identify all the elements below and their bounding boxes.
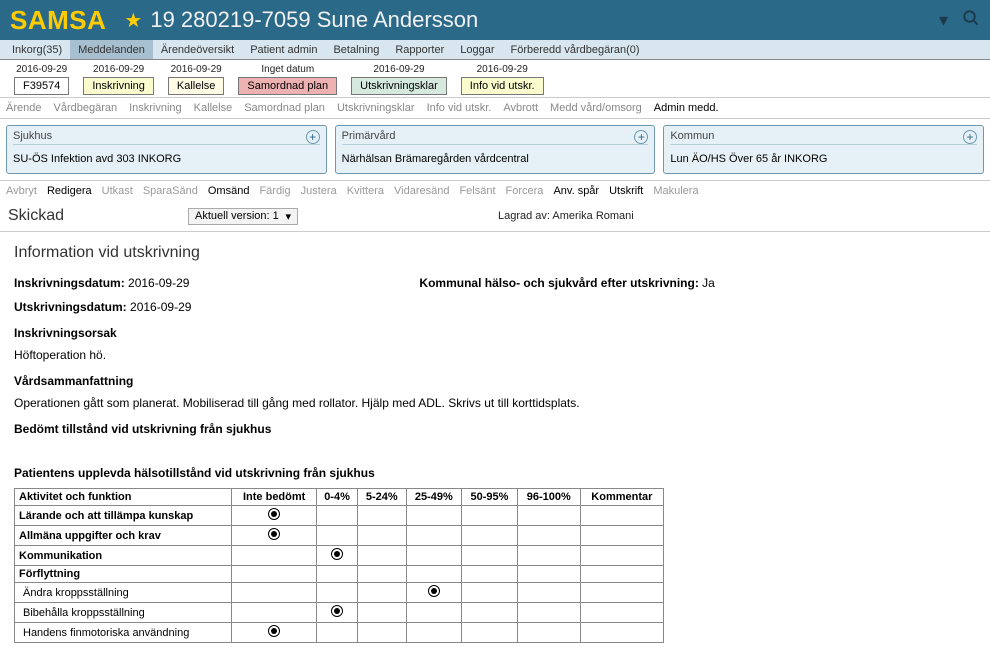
table-row: Bibehålla kroppsställning — [15, 603, 664, 623]
action-item[interactable]: SparaSänd — [143, 185, 198, 197]
menu-item[interactable]: Betalning — [325, 40, 387, 59]
action-item[interactable]: Utkast — [102, 185, 133, 197]
inskrivning-label: Inskrivningsdatum: — [14, 276, 125, 290]
main-menu: Inkorg(35)MeddelandenÄrendeöversiktPatie… — [0, 40, 990, 60]
radio-selected[interactable] — [331, 605, 343, 617]
action-item[interactable]: Omsänd — [208, 185, 250, 197]
menu-item[interactable]: Ärendeöversikt — [153, 40, 242, 59]
subtab[interactable]: Utskrivningsklar — [337, 102, 415, 114]
subtab[interactable]: Inskrivning — [129, 102, 182, 114]
table-row: Ändra kroppsställning — [15, 583, 664, 603]
timeline-item[interactable]: 2016-09-29Kallelse — [168, 64, 225, 95]
menu-item[interactable]: Patient admin — [242, 40, 325, 59]
subtab[interactable]: Admin medd. — [654, 102, 719, 114]
menu-item[interactable]: Rapporter — [387, 40, 452, 59]
org-box: PrimärvårdNärhälsan Brämaregården vårdce… — [335, 125, 656, 174]
plus-icon[interactable]: + — [306, 130, 320, 144]
table-row: Kommunikation — [15, 546, 664, 566]
table-row: Förflyttning — [15, 566, 664, 583]
subtab[interactable]: Medd vård/omsorg — [550, 102, 642, 114]
subtab[interactable]: Samordnad plan — [244, 102, 325, 114]
status-label: Skickad — [8, 207, 188, 225]
radio-selected[interactable] — [331, 548, 343, 560]
action-item[interactable]: Felsänt — [459, 185, 495, 197]
subtabs: Ärende Vårdbegäran Inskrivning Kallelse Samo… — [0, 98, 990, 119]
table-row: Allmäna uppgifter och krav — [15, 526, 664, 546]
utskrivning-label: Utskrivningsdatum: — [14, 300, 127, 314]
subtab[interactable]: Ärende — [6, 102, 41, 114]
timeline-item[interactable]: 2016-09-29Utskrivningsklar — [351, 64, 447, 95]
vards-value: Operationen gått som planerat. Mobiliser… — [14, 396, 976, 410]
timeline-item[interactable]: Inget datumSamordnad plan — [238, 64, 337, 95]
action-item[interactable]: Forcera — [506, 185, 544, 197]
utskrivning-value: 2016-09-29 — [130, 300, 191, 314]
action-item[interactable]: Redigera — [47, 185, 92, 197]
action-item[interactable]: Färdig — [259, 185, 290, 197]
table-row: Lärande och att tillämpa kunskap — [15, 506, 664, 526]
action-item[interactable]: Makulera — [653, 185, 698, 197]
version-select[interactable]: Aktuell version: 1▾ — [188, 208, 298, 225]
patient-label: 19 280219-7059 Sune Andersson — [150, 7, 939, 33]
search-icon[interactable] — [962, 9, 980, 32]
vards-label: Vårdsammanfattning — [14, 374, 976, 388]
action-item[interactable]: Vidaresänd — [394, 185, 449, 197]
org-row: SjukhusSU-ÖS Infektion avd 303 INKORG+Pr… — [0, 119, 990, 180]
orsak-label: Inskrivningsorsak — [14, 326, 976, 340]
action-row: Avbryt Redigera Utkast SparaSänd Omsänd Färdi… — [0, 180, 990, 201]
stored-by: Lagrad av: Amerika Romani — [498, 210, 634, 222]
timeline-item[interactable]: 2016-09-29F39574 — [14, 64, 69, 95]
star-icon[interactable]: ★ — [124, 8, 142, 33]
header-bar: SAMSA ★ 19 280219-7059 Sune Andersson ▾ — [0, 0, 990, 40]
logo: SAMSA — [10, 5, 106, 36]
action-item[interactable]: Utskrift — [609, 185, 643, 197]
patient-label: Patientens upplevda hälsotillstånd vid u… — [14, 466, 976, 480]
action-item[interactable]: Justera — [301, 185, 337, 197]
subtab[interactable]: Vårdbegäran — [53, 102, 117, 114]
action-item[interactable]: Anv. spår — [553, 185, 599, 197]
status-row: Skickad Aktuell version: 1▾ Lagrad av: A… — [0, 201, 990, 232]
content-area: Information vid utskrivning Inskrivnings… — [0, 232, 990, 652]
menu-item[interactable]: Förberedd vårdbegäran(0) — [503, 40, 648, 59]
menu-item[interactable]: Inkorg(35) — [4, 40, 70, 59]
orsak-value: Höftoperation hö. — [14, 348, 976, 362]
org-box: SjukhusSU-ÖS Infektion avd 303 INKORG+ — [6, 125, 327, 174]
action-item[interactable]: Avbryt — [6, 185, 37, 197]
action-item[interactable]: Kvittera — [347, 185, 384, 197]
timeline-item[interactable]: 2016-09-29Info vid utskr. — [461, 64, 544, 95]
radio-selected[interactable] — [268, 528, 280, 540]
subtab[interactable]: Info vid utskr. — [427, 102, 492, 114]
bedomt-label: Bedömt tillstånd vid utskrivning från sj… — [14, 422, 976, 436]
subtab[interactable]: Kallelse — [194, 102, 233, 114]
org-box: KommunLun ÄO/HS Över 65 år INKORG+ — [663, 125, 984, 174]
menu-item[interactable]: Meddelanden — [70, 40, 153, 59]
kommunal-value: Ja — [702, 276, 715, 290]
menu-item[interactable]: Loggar — [452, 40, 502, 59]
radio-selected[interactable] — [268, 508, 280, 520]
chevron-down-icon[interactable]: ▾ — [939, 10, 948, 31]
kommunal-label: Kommunal hälso- och sjukvård efter utskr… — [419, 276, 698, 290]
inskrivning-value: 2016-09-29 — [128, 276, 189, 290]
timeline-row: 2016-09-29F39574 2016-09-29Inskrivning 201… — [0, 60, 990, 98]
content-heading: Information vid utskrivning — [14, 244, 976, 262]
radio-selected[interactable] — [428, 585, 440, 597]
subtab[interactable]: Avbrott — [503, 102, 538, 114]
assessment-table: Aktivitet och funktionInte bedömt0-4%5-2… — [14, 488, 664, 643]
radio-selected[interactable] — [268, 625, 280, 637]
plus-icon[interactable]: + — [963, 130, 977, 144]
table-row: Handens finmotoriska användning — [15, 623, 664, 643]
timeline-item[interactable]: 2016-09-29Inskrivning — [83, 64, 154, 95]
